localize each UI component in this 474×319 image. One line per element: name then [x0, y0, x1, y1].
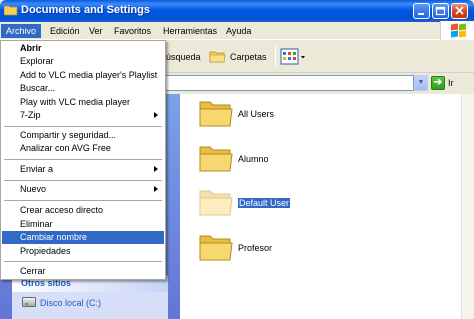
menu-bar: Archivo Edición Ver Favoritos Herramient…	[0, 22, 474, 40]
menu-item-avg[interactable]: Analizar con AVG Free	[2, 142, 164, 155]
folder-icon	[199, 101, 233, 127]
menu-item-enviar-a[interactable]: Enviar a	[2, 163, 164, 176]
folder-icon	[199, 190, 233, 216]
menu-item-explorar[interactable]: Explorar	[2, 55, 164, 68]
chevron-down-icon: ▼	[417, 79, 425, 86]
maximize-button[interactable]	[432, 3, 449, 19]
minimize-button[interactable]	[413, 3, 430, 19]
hard-drive-icon	[22, 297, 36, 307]
folder-icon	[199, 235, 233, 261]
folder-name: Profesor	[238, 243, 273, 253]
folders-button[interactable]	[209, 48, 227, 66]
minimize-icon	[418, 13, 424, 15]
menu-ayuda[interactable]: Ayuda	[221, 24, 256, 38]
close-icon	[455, 6, 464, 15]
menu-separator	[4, 261, 162, 262]
go-label[interactable]: Ir	[448, 78, 454, 88]
folder-icon	[4, 5, 18, 16]
folder-item-selected[interactable]: Default User	[198, 186, 448, 226]
menu-item-compartir[interactable]: Compartir y seguridad...	[2, 129, 164, 142]
toolbar-separator	[275, 46, 276, 68]
folders-button-label[interactable]: Carpetas	[230, 52, 267, 62]
folder-name: Alumno	[238, 154, 269, 164]
search-button-label[interactable]: úsqueda	[166, 52, 201, 62]
submenu-arrow-icon	[154, 166, 158, 172]
menu-separator	[4, 180, 162, 181]
arrow-right-icon: ➔	[433, 77, 443, 88]
address-input[interactable]	[157, 75, 414, 91]
menu-ver[interactable]: Ver	[84, 24, 108, 38]
close-button[interactable]	[451, 3, 468, 19]
menu-item-cambiar-nombre[interactable]: Cambiar nombre	[2, 231, 164, 244]
menu-edicion[interactable]: Edición	[45, 24, 85, 38]
menu-item-nuevo-label: Nuevo	[20, 184, 47, 194]
windows-logo	[440, 21, 474, 40]
folder-item[interactable]: All Users	[198, 97, 448, 137]
menu-item-vlc-playlist[interactable]: Add to VLC media player's Playlist	[2, 69, 164, 82]
link-local-disk[interactable]: Disco local (C:)	[40, 298, 101, 308]
folder-item[interactable]: Profesor	[198, 231, 448, 271]
menu-item-buscar[interactable]: Buscar...	[2, 82, 164, 95]
menu-item-propiedades[interactable]: Propiedades	[2, 245, 164, 258]
folder-icon	[199, 146, 233, 172]
submenu-arrow-icon	[154, 186, 158, 192]
menu-herramientas[interactable]: Herramientas	[158, 24, 222, 38]
menu-item-enviar-a-label: Enviar a	[20, 164, 54, 174]
maximize-icon	[435, 6, 446, 16]
folders-icon	[209, 51, 226, 63]
menu-item-eliminar[interactable]: Eliminar	[2, 218, 164, 231]
menu-item-7zip[interactable]: 7-Zip	[2, 109, 164, 122]
menu-favoritos[interactable]: Favoritos	[109, 24, 156, 38]
views-button[interactable]	[280, 47, 308, 69]
vertical-scrollbar[interactable]	[461, 94, 474, 319]
menu-item-7zip-label: 7-Zip	[20, 110, 41, 120]
address-dropdown-button[interactable]: ▼	[414, 75, 428, 91]
menu-separator	[4, 126, 162, 127]
window-title: Documents and Settings	[21, 4, 150, 16]
menu-item-abrir[interactable]: Abrir	[2, 42, 164, 55]
views-icon	[280, 48, 305, 65]
other-places-body: Disco local (C:)	[12, 292, 168, 319]
folder-name: Default User	[236, 197, 292, 209]
folder-name: All Users	[238, 109, 275, 119]
menu-separator	[4, 200, 162, 201]
go-button[interactable]: ➔	[431, 76, 445, 90]
menu-archivo[interactable]: Archivo	[1, 24, 42, 38]
file-menu: Abrir Explorar Add to VLC media player's…	[0, 40, 166, 280]
menu-separator	[4, 159, 162, 160]
menu-item-play-vlc[interactable]: Play with VLC media player	[2, 96, 164, 109]
menu-item-cerrar[interactable]: Cerrar	[2, 265, 164, 278]
menu-item-crear-acceso[interactable]: Crear acceso directo	[2, 204, 164, 217]
submenu-arrow-icon	[154, 112, 158, 118]
folder-item[interactable]: Alumno	[198, 142, 448, 182]
title-bar[interactable]: Documents and Settings	[0, 0, 474, 22]
menu-item-nuevo[interactable]: Nuevo	[2, 183, 164, 196]
